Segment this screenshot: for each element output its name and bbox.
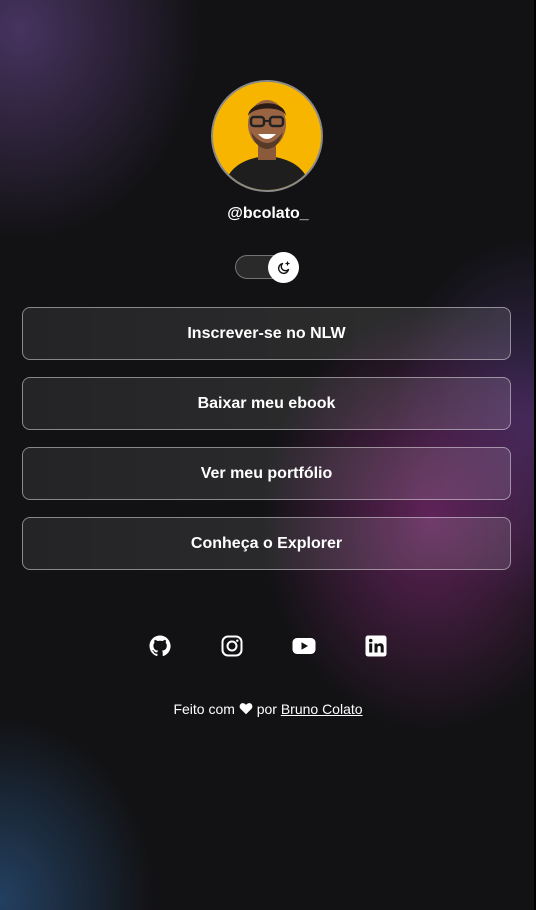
moon-icon bbox=[277, 260, 290, 274]
list-item: Inscrever-se no NLW bbox=[22, 307, 511, 360]
list-item: Baixar meu ebook bbox=[22, 377, 511, 430]
github-icon bbox=[149, 635, 171, 657]
links-list: Inscrever-se no NLW Baixar meu ebook Ver… bbox=[22, 307, 511, 587]
instagram-icon bbox=[221, 635, 243, 657]
link-button-portfolio[interactable]: Ver meu portfólio bbox=[22, 447, 511, 500]
heart-icon bbox=[239, 703, 253, 715]
youtube-link[interactable] bbox=[292, 634, 316, 658]
linkedin-icon bbox=[365, 635, 387, 657]
username: @bcolato_ bbox=[227, 205, 309, 222]
linkedin-link[interactable] bbox=[364, 634, 388, 658]
theme-toggle[interactable] bbox=[235, 252, 299, 283]
avatar bbox=[211, 80, 323, 192]
footer: Feito com por Bruno Colato bbox=[0, 701, 536, 717]
main-container: @bcolato_ Inscrever-se no NLW Baixar meu… bbox=[0, 0, 536, 910]
instagram-link[interactable] bbox=[220, 634, 244, 658]
link-button-explorer[interactable]: Conheça o Explorer bbox=[22, 517, 511, 570]
avatar-illustration bbox=[213, 82, 321, 190]
github-link[interactable] bbox=[148, 634, 172, 658]
toggle-knob[interactable] bbox=[268, 252, 299, 283]
footer-prefix: Feito com bbox=[173, 701, 235, 717]
author-link[interactable]: Bruno Colato bbox=[281, 701, 363, 717]
footer-middle: por bbox=[256, 701, 277, 717]
social-links bbox=[0, 634, 536, 658]
list-item: Conheça o Explorer bbox=[22, 517, 511, 570]
youtube-icon bbox=[292, 638, 316, 654]
link-button-nlw[interactable]: Inscrever-se no NLW bbox=[22, 307, 511, 360]
link-button-ebook[interactable]: Baixar meu ebook bbox=[22, 377, 511, 430]
list-item: Ver meu portfólio bbox=[22, 447, 511, 500]
